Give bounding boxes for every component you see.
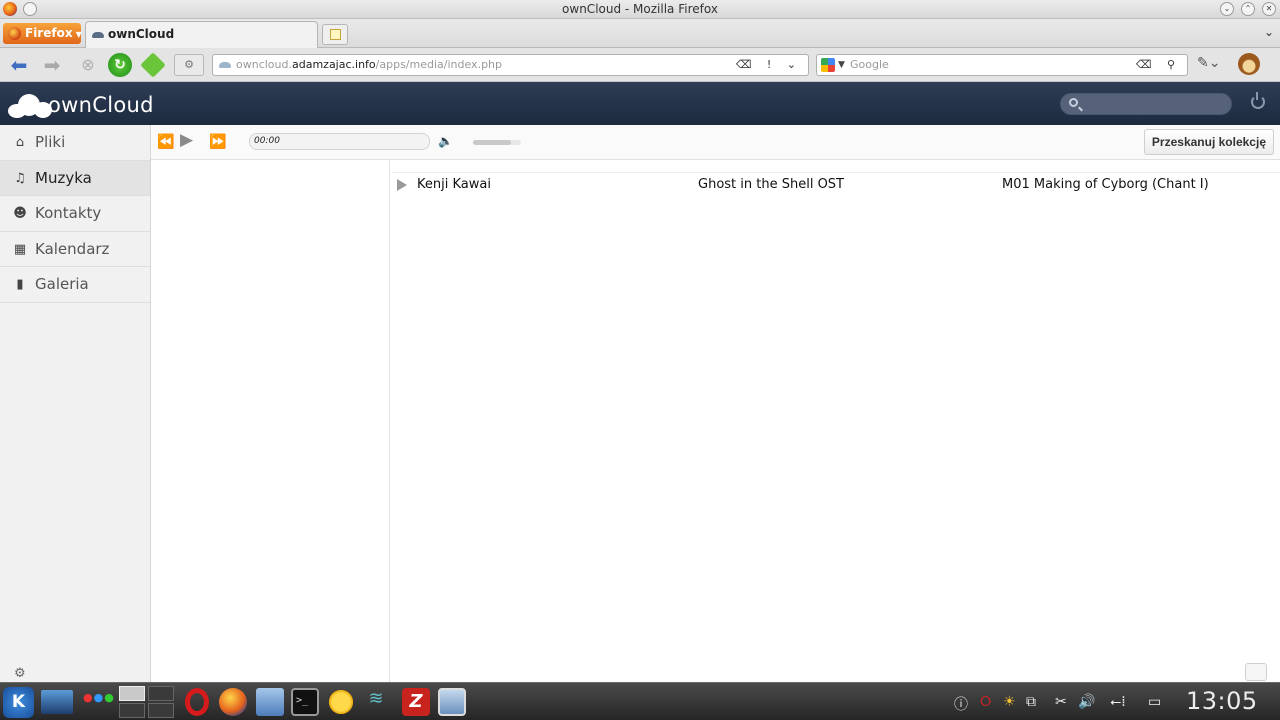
activities-icon[interactable]: ●●●: [83, 691, 114, 719]
search-icon: [1069, 98, 1078, 107]
firefox-menu-label: Firefox: [25, 26, 73, 40]
gallery-icon: ▮: [16, 277, 24, 292]
url-bar-buttons[interactable]: ⌫ ! ⌄: [736, 55, 802, 75]
volume-level: [473, 140, 512, 145]
display-tray-icon[interactable]: ⧉: [1026, 694, 1036, 710]
owncloud-header: ownCloud: [0, 82, 1280, 125]
calendar-icon: ▦: [13, 241, 27, 257]
info-icon[interactable]: ⓘ: [954, 694, 968, 714]
battery-icon[interactable]: ▭: [1148, 694, 1161, 710]
app-sidebar: ⌂ Pliki ♫ Muzyka ☻ Kontakty ▦ Kalendarz …: [0, 125, 151, 682]
volume-icon[interactable]: 🔈: [438, 134, 453, 148]
close-window-button[interactable]: ✕: [1262, 2, 1276, 16]
search-placeholder: Google: [850, 58, 889, 71]
playlist-row[interactable]: Kenji Kawai Ghost in the Shell OST M01 M…: [391, 172, 1280, 198]
network-app-icon[interactable]: ≋: [362, 688, 390, 716]
folder-icon: ⌂: [15, 135, 25, 150]
maximize-button[interactable]: ⌃: [1241, 2, 1255, 16]
tab-title: ownCloud: [108, 27, 175, 41]
weather-icon[interactable]: [327, 688, 355, 716]
weather-tray-icon[interactable]: ☀: [1003, 694, 1016, 710]
progress-bar[interactable]: 00:00: [249, 133, 430, 150]
owncloud-search-input[interactable]: [1060, 93, 1232, 115]
sidebar-item-galeria[interactable]: ▮ Galeria: [0, 267, 150, 303]
track-artist: Kenji Kawai: [417, 177, 491, 192]
next-track-button[interactable]: ⏩: [209, 134, 226, 150]
stop-button[interactable]: ⊗: [76, 53, 100, 77]
forward-button[interactable]: ➡: [40, 53, 64, 77]
window-title: ownCloud - Mozilla Firefox: [562, 2, 718, 16]
settings-gear-icon[interactable]: ⚙: [14, 666, 26, 681]
greasemonkey-icon[interactable]: [1238, 53, 1260, 75]
contacts-icon: ☻: [13, 206, 27, 221]
tools-icon[interactable]: ✎⌄: [1197, 55, 1220, 71]
show-desktop-icon[interactable]: [41, 690, 73, 714]
minimize-button[interactable]: ⌄: [1220, 2, 1234, 16]
remote-desktop-icon[interactable]: [438, 688, 466, 716]
tools-tray-icon[interactable]: ✂: [1055, 694, 1067, 710]
opera-tray-icon[interactable]: ⭘: [980, 694, 991, 710]
sidebar-item-label: Kalendarz: [35, 239, 110, 258]
share-icon[interactable]: [1245, 663, 1267, 681]
sidebar-item-muzyka[interactable]: ♫ Muzyka: [0, 160, 150, 196]
navigation-toolbar: ⬅ ➡ ⊗ ↻ ⚙ owncloud.adamzajac.info/apps/m…: [0, 48, 1280, 82]
terminal-icon[interactable]: >_: [291, 688, 319, 716]
tab-owncloud[interactable]: ownCloud: [85, 21, 318, 48]
tab-strip: Firefox ▼ ownCloud ⌄: [0, 19, 1280, 48]
volume-tray-icon[interactable]: 🔊: [1078, 694, 1095, 710]
chevron-down-icon: ▼: [75, 30, 82, 39]
desktop-pager[interactable]: [119, 686, 175, 719]
back-button[interactable]: ⬅: [7, 53, 31, 77]
extension-icon[interactable]: [140, 52, 166, 78]
current-time: 00:00: [254, 136, 280, 146]
search-bar[interactable]: ▼ Google ⌫ ⚲: [816, 54, 1188, 76]
opera-icon[interactable]: [185, 688, 209, 716]
filezilla-icon[interactable]: Z: [402, 688, 430, 716]
url-domain: adamzajac.info: [291, 58, 376, 71]
google-icon[interactable]: [821, 58, 835, 72]
sidebar-item-kontakty[interactable]: ☻ Kontakty: [0, 196, 150, 232]
new-tab-button[interactable]: [322, 24, 348, 45]
cloud-favicon-icon: [92, 32, 104, 38]
collection-artist-pane: [151, 160, 390, 682]
logo-text: ownCloud: [48, 93, 154, 117]
reload-button[interactable]: ↻: [108, 53, 132, 77]
kde-menu-button[interactable]: K: [3, 687, 34, 718]
cloud-favicon-icon: [219, 62, 231, 68]
player-controls: ⏪ ▶ ⏩ 00:00 🔈 Przeskanuj kolekcję: [151, 125, 1280, 160]
play-track-icon[interactable]: [397, 179, 407, 191]
sidebar-item-label: Muzyka: [35, 168, 92, 187]
url-path: /apps/media/index.php: [375, 58, 503, 71]
sidebar-item-label: Pliki: [35, 133, 66, 151]
previous-track-button[interactable]: ⏪: [157, 134, 174, 150]
firefox-icon[interactable]: [219, 688, 247, 716]
url-prefix: owncloud.: [236, 58, 292, 71]
play-button[interactable]: ▶: [180, 132, 193, 149]
search-bar-buttons[interactable]: ⌫ ⚲: [1136, 55, 1181, 75]
sidebar-item-label: Galeria: [35, 275, 89, 293]
new-tab-icon: [330, 29, 341, 40]
window-titlebar: ownCloud - Mozilla Firefox ⌄ ⌃ ✕: [0, 0, 1280, 19]
firefox-menu-button[interactable]: Firefox ▼: [3, 23, 82, 44]
playlist-pane: Kenji Kawai Ghost in the Shell OST M01 M…: [391, 160, 1280, 682]
kde-taskbar: K ●●● >_ ≋ Z ⓘ ⭘ ☀ ⧉ ✂ 🔊 ⭠⁞ ▭ 13:05: [0, 682, 1280, 720]
url-bar[interactable]: owncloud.adamzajac.info/apps/media/index…: [212, 54, 809, 76]
cloud-logo-icon: [6, 92, 52, 118]
sidebar-item-kalendarz[interactable]: ▦ Kalendarz: [0, 232, 150, 267]
sidebar-item-label: Kontakty: [35, 204, 102, 222]
site-identity-button[interactable]: ⚙: [174, 54, 204, 76]
track-title: M01 Making of Cyborg (Chant I): [1002, 177, 1209, 192]
search-engine-chevron-icon[interactable]: ▼: [838, 55, 845, 75]
tab-list-chevron-icon[interactable]: ⌄: [1264, 25, 1274, 39]
volume-slider[interactable]: [473, 140, 521, 145]
music-icon: ♫: [14, 170, 26, 186]
logout-power-icon[interactable]: [1251, 92, 1265, 109]
usb-icon[interactable]: ⭠⁞: [1110, 694, 1126, 710]
sidebar-item-pliki[interactable]: ⌂ Pliki: [0, 125, 150, 161]
file-manager-icon[interactable]: [256, 688, 284, 716]
track-album: Ghost in the Shell OST: [698, 177, 844, 192]
rescan-collection-button[interactable]: Przeskanuj kolekcję: [1143, 129, 1274, 155]
clock: 13:05: [1186, 687, 1258, 715]
